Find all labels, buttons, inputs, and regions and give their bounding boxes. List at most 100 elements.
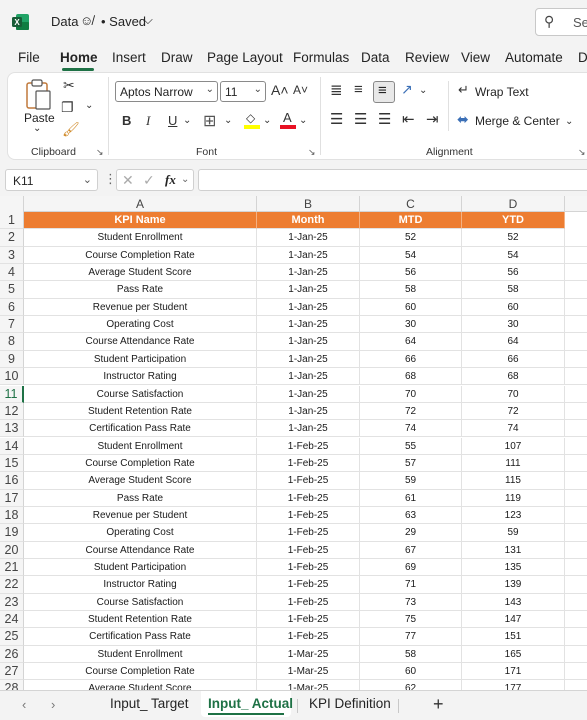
table-cell-col-a[interactable]: Course Completion Rate <box>24 663 257 681</box>
tab-view[interactable]: View <box>461 50 490 65</box>
table-cell-col-d[interactable]: 135 <box>462 559 565 577</box>
table-cell-col-b[interactable]: 1-Feb-25 <box>257 454 360 473</box>
table-cell-col-d[interactable]: 115 <box>462 472 565 490</box>
scroll-left-icon[interactable]: ‹ <box>22 697 26 712</box>
table-cell-col-a[interactable]: Course Completion Rate <box>24 246 257 264</box>
tab-automate[interactable]: Automate <box>505 50 563 65</box>
chevron-down-icon[interactable]: ⌄ <box>181 174 189 185</box>
table-cell-empty[interactable] <box>565 386 587 403</box>
column-header-a[interactable]: A <box>24 196 257 212</box>
table-cell-col-c[interactable]: 69 <box>360 559 462 577</box>
top-align-icon[interactable]: ≣ <box>330 81 343 99</box>
table-cell-col-c[interactable]: 75 <box>360 611 462 629</box>
table-cell-col-b[interactable]: 1-Feb-25 <box>257 559 360 577</box>
table-cell-col-b[interactable]: 1-Jan-25 <box>257 298 360 317</box>
table-cell-col-c[interactable]: 71 <box>360 576 462 594</box>
table-cell-empty[interactable] <box>565 299 587 317</box>
enter-icon[interactable]: ✓ <box>143 172 155 189</box>
table-cell-empty[interactable] <box>565 403 587 421</box>
table-cell-empty[interactable] <box>565 438 587 455</box>
column-header-b[interactable]: B <box>257 196 360 212</box>
row-header[interactable]: 11 <box>0 385 24 403</box>
font-launcher-icon[interactable]: ↘ <box>308 147 316 158</box>
font-size-combo[interactable]: 11 ⌄ <box>220 81 266 102</box>
row-header[interactable]: 17 <box>0 489 24 507</box>
table-cell-col-b[interactable]: 1-Feb-25 <box>257 628 360 646</box>
paste-icon[interactable] <box>24 79 52 111</box>
table-cell-col-c[interactable]: 30 <box>360 316 462 334</box>
table-cell-col-a[interactable]: Instructor Rating <box>24 368 257 386</box>
row-header[interactable]: 20 <box>0 541 24 559</box>
table-cell-col-b[interactable]: 1-Feb-25 <box>257 472 360 490</box>
table-cell-col-d[interactable]: 70 <box>462 385 565 403</box>
row-header[interactable]: 23 <box>0 593 24 611</box>
row-header[interactable]: 9 <box>0 350 24 369</box>
table-cell-col-c[interactable]: 55 <box>360 437 462 455</box>
align-right-icon[interactable]: ☰ <box>378 110 391 128</box>
merge-center-icon[interactable]: ⬌ <box>457 111 469 128</box>
table-cell-empty[interactable] <box>565 663 587 681</box>
row-header[interactable]: 6 <box>0 298 24 317</box>
merge-center-button[interactable]: Merge & Center <box>475 114 560 128</box>
table-cell-empty[interactable] <box>565 420 587 438</box>
copy-chevron-icon[interactable]: ⌄ <box>85 100 93 111</box>
fill-chevron-icon[interactable]: ⌄ <box>263 115 271 126</box>
table-cell-col-c[interactable]: 52 <box>360 229 462 247</box>
tab-page-layout[interactable]: Page Layout <box>207 50 283 65</box>
table-cell-empty[interactable] <box>565 646 587 664</box>
header-cell-col-a[interactable]: KPI Name <box>24 212 257 230</box>
font-name-combo[interactable]: Aptos Narrow ⌄ <box>115 81 218 102</box>
table-cell-col-b[interactable]: 1-Mar-25 <box>257 663 360 681</box>
row-header[interactable]: 24 <box>0 611 24 629</box>
table-cell-col-b[interactable]: 1-Feb-25 <box>257 489 360 507</box>
table-cell-col-a[interactable]: Certification Pass Rate <box>24 628 257 646</box>
align-center-icon[interactable]: ☰ <box>354 110 367 128</box>
table-cell-empty[interactable] <box>565 472 587 490</box>
orientation-chevron-icon[interactable]: ⌄ <box>419 85 427 96</box>
row-header[interactable]: 22 <box>0 576 24 594</box>
table-cell-empty[interactable] <box>565 490 587 507</box>
row-header[interactable]: 27 <box>0 663 24 681</box>
table-cell-col-d[interactable]: 59 <box>462 524 565 542</box>
people-share-icon[interactable]: ☺̸ <box>80 13 93 28</box>
table-cell-col-c[interactable]: 29 <box>360 524 462 542</box>
table-cell-col-a[interactable]: Student Participation <box>24 559 257 577</box>
table-cell-col-b[interactable]: 1-Jan-25 <box>257 420 360 438</box>
table-cell-col-b[interactable]: 1-Mar-25 <box>257 680 360 690</box>
table-cell-empty[interactable] <box>565 368 587 386</box>
row-header[interactable]: 3 <box>0 246 24 264</box>
wrap-text-button[interactable]: Wrap Text <box>475 85 529 99</box>
header-cell-col-b[interactable]: Month <box>257 212 360 230</box>
tab-home[interactable]: Home <box>60 50 98 65</box>
table-cell-col-c[interactable]: 59 <box>360 472 462 490</box>
select-all-corner[interactable] <box>0 196 24 212</box>
table-cell-empty[interactable] <box>565 229 587 247</box>
sheet-tab-input-actual[interactable]: Input_ Actual <box>208 696 293 711</box>
table-cell-col-c[interactable]: 73 <box>360 593 462 611</box>
header-cell-col-d[interactable]: YTD <box>462 212 565 230</box>
table-cell-col-c[interactable]: 67 <box>360 541 462 559</box>
table-cell-col-c[interactable]: 57 <box>360 454 462 473</box>
tab-formulas[interactable]: Formulas <box>293 50 349 65</box>
table-cell-col-d[interactable]: 60 <box>462 298 565 317</box>
table-cell-col-a[interactable]: Course Satisfaction <box>24 593 257 611</box>
tab-draw[interactable]: Draw <box>161 50 193 65</box>
table-cell-col-b[interactable]: 1-Jan-25 <box>257 229 360 247</box>
underline-icon[interactable]: U <box>168 113 177 128</box>
table-cell-col-d[interactable]: 107 <box>462 437 565 455</box>
table-cell-col-d[interactable]: 66 <box>462 350 565 369</box>
table-cell-col-c[interactable]: 66 <box>360 350 462 369</box>
tab-data[interactable]: Data <box>361 50 390 65</box>
table-cell-col-b[interactable]: 1-Feb-25 <box>257 541 360 559</box>
table-cell-col-a[interactable]: Course Satisfaction <box>24 385 257 403</box>
table-cell-col-b[interactable]: 1-Feb-25 <box>257 593 360 611</box>
table-cell-col-c[interactable]: 60 <box>360 663 462 681</box>
table-cell-col-d[interactable]: 30 <box>462 316 565 334</box>
increase-indent-icon[interactable]: ⇥ <box>426 110 439 128</box>
table-cell-col-a[interactable]: Pass Rate <box>24 281 257 299</box>
table-cell-col-d[interactable]: 58 <box>462 281 565 299</box>
table-cell-col-a[interactable]: Operating Cost <box>24 316 257 334</box>
table-cell-col-d[interactable]: 56 <box>462 264 565 282</box>
table-cell-empty[interactable] <box>565 247 587 264</box>
table-cell-empty[interactable] <box>565 594 587 611</box>
